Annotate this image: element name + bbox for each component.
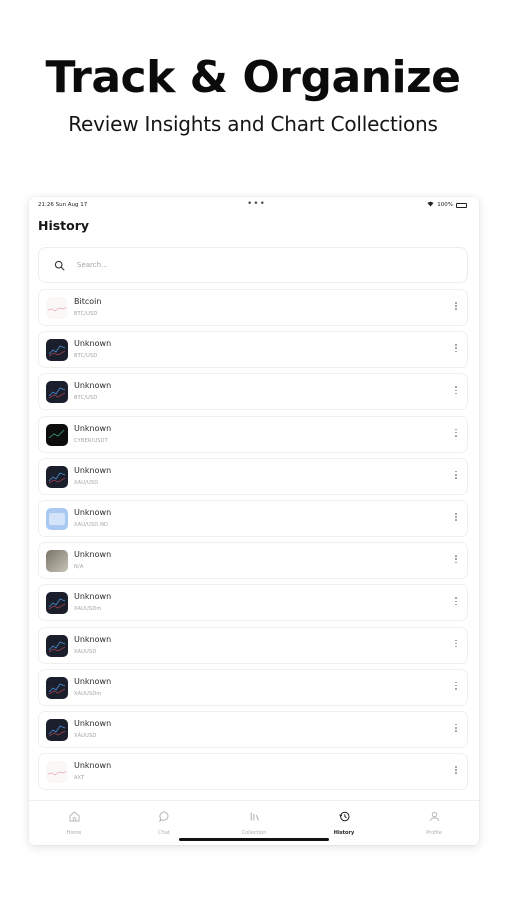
user-icon	[428, 808, 441, 827]
history-item[interactable]: Unknown XAUUSDm	[38, 668, 468, 706]
history-item-title: Bitcoin	[74, 297, 102, 306]
more-vertical-icon[interactable]	[453, 555, 459, 567]
battery-icon	[456, 202, 467, 208]
tab-label: Profile	[426, 830, 442, 836]
hero-title: Track & Organize	[45, 52, 461, 103]
history-item-pair: BTC/USD	[74, 353, 98, 360]
history-item-pair: XAU/USD	[74, 479, 99, 486]
history-item-title: Unknown	[74, 339, 112, 349]
history-item[interactable]: Unknown N/A	[38, 542, 468, 580]
tab-label: Chat	[158, 830, 170, 836]
more-vertical-icon[interactable]	[453, 597, 459, 609]
history-item-pair: XAUUSD	[74, 648, 97, 655]
chart-thumbnail	[46, 507, 68, 530]
history-item-pair: BTC/USD	[74, 311, 98, 317]
chart-thumbnail	[46, 423, 68, 446]
chart-thumbnail	[46, 718, 68, 741]
wifi-icon	[427, 201, 434, 209]
more-vertical-icon[interactable]	[453, 723, 459, 736]
search-icon	[51, 257, 67, 273]
history-item[interactable]: Unknown BTC/USD	[38, 373, 468, 411]
history-item-title: Unknown	[74, 761, 112, 771]
chart-thumbnail	[46, 550, 68, 573]
history-item-title: Unknown	[74, 550, 112, 560]
history-item[interactable]: Unknown XAU/USD.ND	[38, 499, 468, 537]
history-clock-icon	[338, 808, 351, 827]
history-item-title: Unknown	[74, 381, 112, 391]
more-vertical-icon[interactable]	[453, 639, 459, 652]
device-screen: 21:26 Sun Aug 17 ••• 100% History Bitcoi…	[29, 197, 479, 845]
home-indicator[interactable]	[179, 838, 329, 841]
multitask-dots[interactable]: •••	[247, 199, 266, 209]
history-item-pair: N/A	[74, 564, 84, 571]
search-bar[interactable]	[38, 247, 468, 283]
more-vertical-icon[interactable]	[453, 766, 459, 778]
more-vertical-icon[interactable]	[453, 344, 459, 356]
more-vertical-icon[interactable]	[453, 428, 459, 441]
history-item-title: Unknown	[74, 676, 112, 686]
battery-percent: 100%	[437, 202, 453, 208]
history-item-pair: CYBER/USDT	[74, 437, 108, 444]
hero-subtitle: Review Insights and Chart Collections	[68, 112, 438, 136]
history-item-pair: BTC/USD	[74, 395, 98, 402]
history-item[interactable]: Unknown XAU/USD	[38, 457, 468, 495]
history-item[interactable]: Unknown BTC/USD	[38, 331, 468, 369]
history-item-pair: XAUUSDm	[74, 606, 102, 613]
chart-thumbnail	[46, 761, 68, 784]
history-item-pair: XAUUSD	[74, 732, 97, 739]
history-item[interactable]: Unknown CYBER/USDT	[38, 415, 468, 453]
status-indicators: 100%	[427, 201, 467, 209]
tab-profile[interactable]: Profile	[389, 801, 479, 845]
more-vertical-icon[interactable]	[453, 681, 459, 694]
history-item-pair: XAU/USD.ND	[74, 521, 109, 528]
search-input[interactable]	[77, 261, 457, 269]
history-item-title: Unknown	[74, 634, 112, 644]
history-item[interactable]: Unknown AXT	[38, 753, 468, 791]
chart-thumbnail	[46, 297, 68, 319]
history-item-title: Unknown	[74, 465, 112, 475]
history-item-title: Unknown	[74, 423, 112, 433]
more-vertical-icon[interactable]	[453, 512, 459, 525]
status-time: 21:26 Sun Aug 17	[38, 202, 88, 208]
history-item-title: Unknown	[74, 718, 112, 728]
tab-home[interactable]: Home	[29, 801, 119, 845]
history-item-pair: AXT	[74, 775, 85, 782]
history-item-title: Unknown	[74, 507, 112, 517]
history-item-pair: XAUUSDm	[74, 690, 102, 697]
chart-thumbnail	[46, 634, 68, 657]
more-vertical-icon[interactable]	[453, 470, 459, 483]
more-vertical-icon[interactable]	[453, 386, 459, 398]
chart-thumbnail	[46, 592, 68, 615]
more-vertical-icon[interactable]	[453, 302, 459, 314]
history-item[interactable]: Unknown XAUUSD	[38, 626, 468, 664]
tab-label: History	[333, 830, 355, 836]
chat-bubble-icon	[158, 808, 171, 827]
history-item[interactable]: Unknown XAUUSDm	[38, 584, 468, 622]
history-item[interactable]: Bitcoin BTC/USD	[38, 289, 468, 326]
page-title: History	[38, 218, 90, 233]
history-item[interactable]: Unknown XAUUSD	[38, 710, 468, 748]
home-icon	[68, 808, 81, 827]
collection-bars-icon	[248, 808, 261, 827]
chart-thumbnail	[46, 676, 68, 699]
chart-thumbnail	[46, 381, 68, 404]
chart-thumbnail	[46, 339, 68, 362]
tab-label: Home	[66, 830, 82, 836]
history-item-title: Unknown	[74, 592, 112, 602]
status-bar: 21:26 Sun Aug 17 ••• 100%	[29, 197, 479, 213]
history-list: Bitcoin BTC/USD Unknown BTC/USD Unknown BTC/U…	[38, 289, 468, 799]
tab-label: Collection	[241, 830, 267, 836]
chart-thumbnail	[46, 465, 68, 488]
